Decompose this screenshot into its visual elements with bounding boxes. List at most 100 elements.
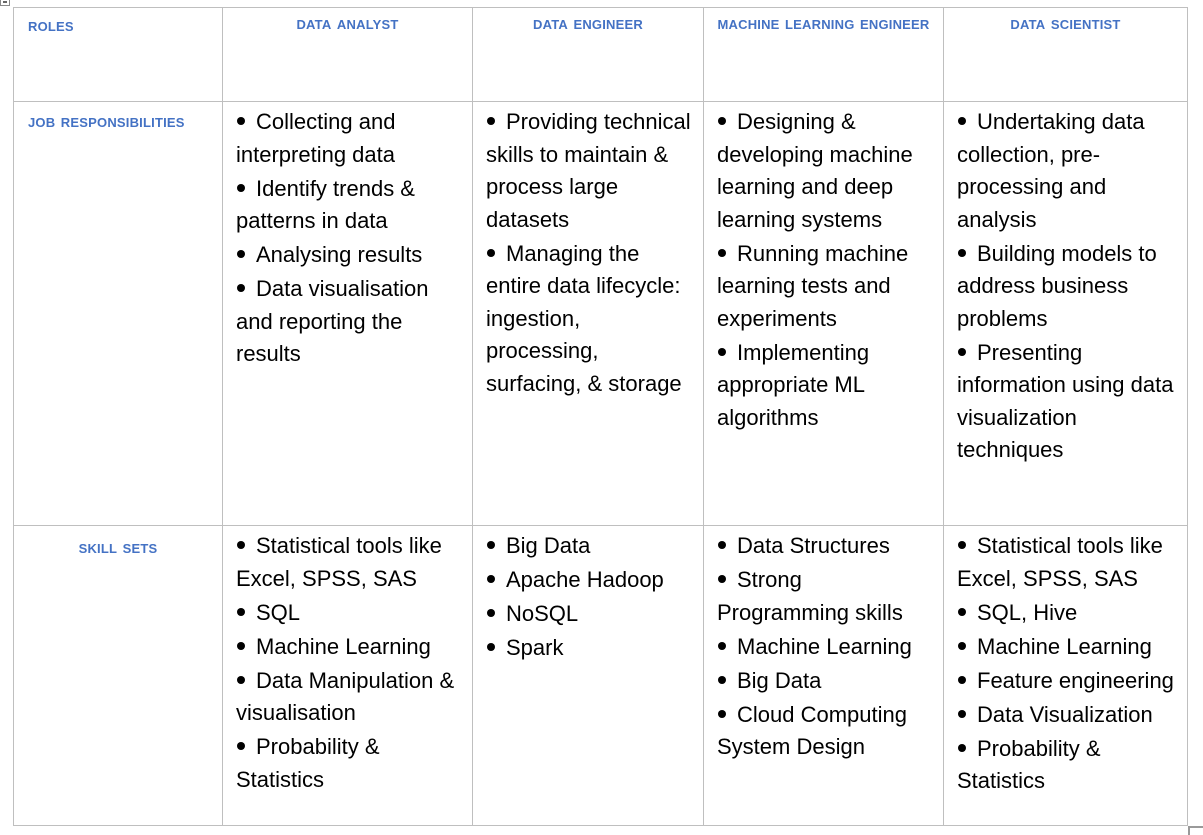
list-item: Data visualisation and reporting the res…	[236, 273, 460, 371]
list-item: Providing technical skills to maintain &…	[486, 106, 691, 236]
bullet-icon	[486, 238, 506, 271]
bullet-icon	[486, 564, 506, 597]
list-item-text: Machine Learning	[737, 633, 912, 659]
bullet-icon	[236, 530, 256, 563]
list-item-text: SQL, Hive	[977, 599, 1078, 625]
bullet-list: Designing & developing machine learning …	[704, 102, 943, 434]
column-header-data-analyst: Data Analyst	[296, 13, 399, 34]
bullet-icon	[957, 665, 977, 698]
header-cell-roles[interactable]: Roles	[13, 7, 223, 102]
list-item-text: Identify trends & patterns in data	[236, 175, 415, 234]
bullet-icon	[486, 598, 506, 631]
bullet-icon	[236, 731, 256, 764]
bullet-icon	[236, 273, 256, 306]
list-item-text: Strong Programming skills	[717, 567, 903, 625]
list-item: Analysing results	[236, 239, 460, 272]
bullet-icon	[957, 733, 977, 766]
table-cell[interactable]: Collecting and interpreting data Identify…	[222, 101, 473, 526]
table-cell[interactable]: Designing & developing machine learning …	[703, 101, 944, 526]
bullet-icon	[957, 238, 977, 271]
list-item: Machine Learning	[957, 631, 1175, 664]
bullet-icon	[957, 699, 977, 732]
table-cell[interactable]: Statistical tools like Excel, SPSS, SAS S…	[222, 525, 473, 826]
list-item-text: Cloud Computing System Design	[717, 701, 907, 760]
list-item: Collecting and interpreting data	[236, 106, 460, 171]
list-item-text: Big Data	[737, 667, 822, 693]
list-item-text: Implementing appropriate ML algorithms	[717, 339, 870, 430]
bullet-icon	[486, 632, 506, 665]
table-row-job-responsibilities: Job Responsibilities Collecting and inte…	[13, 101, 1188, 526]
list-item: Statistical tools like Excel, SPSS, SAS	[957, 530, 1175, 595]
list-item: Managing the entire data lifecycle: inge…	[486, 238, 691, 401]
bullet-icon	[717, 337, 737, 370]
list-item-text: Statistical tools like Excel, SPSS, SAS	[957, 533, 1163, 591]
row-header-job-responsibilities: Job Responsibilities	[28, 111, 185, 132]
list-item-text: Data Structures	[737, 533, 890, 558]
list-item: Big Data	[486, 530, 691, 563]
list-item-text: Providing technical skills to maintain &…	[486, 109, 691, 232]
table-cell[interactable]: Data Structures Strong Programming skills…	[703, 525, 944, 826]
row-header-cell[interactable]: Job Responsibilities	[13, 101, 223, 526]
bullet-list: Providing technical skills to maintain &…	[473, 102, 703, 400]
list-item: Building models to address business prob…	[957, 238, 1175, 336]
bullet-icon	[957, 106, 977, 139]
list-item-text: Managing the entire data lifecycle: inge…	[486, 240, 682, 396]
list-item: Data Manipulation & visualisation	[236, 665, 460, 730]
bullet-icon	[717, 238, 737, 271]
header-cell-ml-engineer[interactable]: Machine Learning Engineer	[703, 7, 944, 102]
list-item-text: Spark	[506, 635, 564, 660]
table-cell[interactable]: Statistical tools like Excel, SPSS, SAS S…	[943, 525, 1188, 826]
table-resize-handle[interactable]	[1188, 826, 1203, 835]
table-cell[interactable]: Providing technical skills to maintain &…	[472, 101, 704, 526]
header-cell-data-engineer[interactable]: Data Engineer	[472, 7, 704, 102]
bullet-list: Undertaking data collection, pre-process…	[944, 102, 1187, 467]
list-item: Big Data	[717, 665, 931, 698]
list-item-text: Collecting and interpreting data	[236, 109, 396, 167]
table-cell[interactable]: Undertaking data collection, pre-process…	[943, 101, 1188, 526]
list-item-text: Machine Learning	[977, 633, 1152, 659]
list-item: Data Visualization	[957, 699, 1175, 732]
list-item-text: Data Visualization	[977, 701, 1153, 727]
row-header-skill-sets: Skill sets	[78, 537, 158, 558]
list-item: SQL	[236, 597, 460, 630]
bullet-icon	[717, 665, 737, 698]
list-item: Statistical tools like Excel, SPSS, SAS	[236, 530, 460, 595]
list-item: Implementing appropriate ML algorithms	[717, 337, 931, 435]
list-item: Presenting information using data visual…	[957, 337, 1175, 467]
list-item: Spark	[486, 632, 691, 665]
bullet-icon	[236, 665, 256, 698]
list-item-text: Presenting information using data visual…	[957, 339, 1174, 463]
bullet-icon	[957, 337, 977, 370]
list-item: Strong Programming skills	[717, 564, 931, 629]
header-cell-data-analyst[interactable]: Data Analyst	[222, 7, 473, 102]
bullet-list: Data Structures Strong Programming skills…	[704, 526, 943, 764]
bullet-icon	[957, 597, 977, 630]
list-item-text: Feature engineering	[977, 667, 1174, 693]
bullet-icon	[717, 106, 737, 139]
table-row-skill-sets: Skill sets Statistical tools like Excel,…	[13, 525, 1188, 826]
column-header-data-engineer: Data Engineer	[533, 13, 643, 34]
bullet-list: Statistical tools like Excel, SPSS, SAS S…	[223, 526, 472, 796]
bullet-icon	[236, 106, 256, 139]
bullet-icon	[957, 530, 977, 563]
list-item-text: Machine Learning	[256, 633, 431, 659]
list-item-text: Undertaking data collection, pre-process…	[957, 109, 1145, 232]
list-item-text: Data visualisation and reporting the res…	[236, 276, 429, 366]
bullet-icon	[236, 173, 256, 206]
list-item-text: Designing & developing machine learning …	[717, 109, 913, 232]
table-move-handle[interactable]	[0, 0, 10, 6]
list-item: Feature engineering	[957, 665, 1175, 698]
list-item: Machine Learning	[236, 631, 460, 664]
list-item: NoSQL	[486, 598, 691, 631]
header-cell-data-scientist[interactable]: Data Scientist	[943, 7, 1188, 102]
list-item-text: SQL	[256, 599, 301, 625]
bullet-list: Statistical tools like Excel, SPSS, SAS S…	[944, 526, 1187, 798]
list-item: Apache Hadoop	[486, 564, 691, 597]
bullet-icon	[236, 597, 256, 630]
row-header-cell[interactable]: Skill sets	[13, 525, 223, 826]
list-item: Probability & Statistics	[236, 731, 460, 796]
bullet-icon	[957, 631, 977, 664]
bullet-icon	[717, 631, 737, 664]
list-item-text: Analysing results	[256, 242, 423, 267]
table-cell[interactable]: Big Data Apache Hadoop NoSQL Spark	[472, 525, 704, 826]
